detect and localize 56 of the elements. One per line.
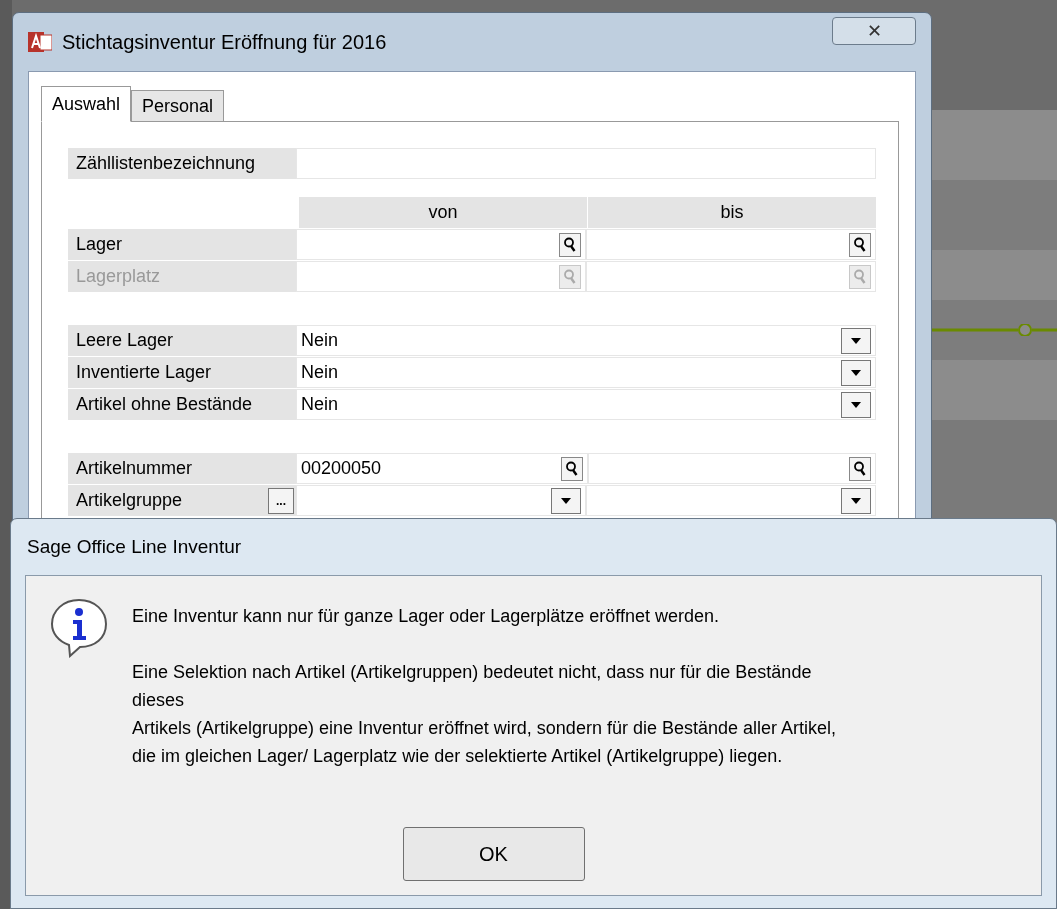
- dropdown-field[interactable]: Nein: [296, 357, 876, 388]
- lookup-field[interactable]: [586, 229, 876, 260]
- tab[interactable]: Personal: [131, 90, 225, 122]
- field-label: Artikelnummer: [76, 457, 193, 480]
- search-icon: [563, 268, 577, 285]
- field-label: Lagerplatz: [68, 261, 296, 292]
- input-field[interactable]: [296, 148, 876, 179]
- dropdown-button[interactable]: [841, 487, 871, 514]
- dropdown-field[interactable]: Nein: [296, 389, 876, 420]
- lookup-button[interactable]: [559, 232, 581, 257]
- lookup-button[interactable]: [561, 456, 583, 481]
- search-icon: [565, 460, 579, 477]
- lookup-field[interactable]: [588, 453, 876, 484]
- message-text: die im gleichen Lager/ Lagerplatz wie der selektierte Artikel (Artikelgruppe) liegen.: [132, 745, 784, 768]
- dropdown-field[interactable]: [586, 485, 876, 516]
- field-label: Artikel ohne Bestände: [68, 389, 296, 420]
- caret-icon: [851, 401, 861, 408]
- tab[interactable]: Auswahl: [41, 86, 132, 122]
- search-icon: [563, 236, 577, 253]
- browse-button[interactable]: ...: [268, 487, 294, 514]
- caret-icon: [851, 337, 861, 344]
- lookup-field[interactable]: [296, 229, 586, 260]
- dropdown-button[interactable]: [841, 391, 871, 418]
- lookup-field[interactable]: [296, 261, 586, 292]
- dropdown-field[interactable]: Nein: [296, 325, 876, 356]
- field-label: Zähllistenbezeichnung: [68, 148, 296, 179]
- search-icon: [853, 460, 867, 477]
- close-button[interactable]: ✕: [832, 17, 916, 45]
- column-header: von: [298, 197, 587, 228]
- message-text: Artikels (Artikelgruppe) eine Inventur eröffnet wird, sondern für die Bestände aller Artikel,: [132, 717, 837, 740]
- field-label: Artikelgruppe: [76, 489, 183, 512]
- dropdown-button[interactable]: [841, 359, 871, 386]
- app-icon: [28, 30, 52, 54]
- caret-icon: [851, 369, 861, 376]
- lookup-field[interactable]: 00200050: [296, 453, 588, 484]
- field-label: Leere Lager: [68, 325, 296, 356]
- search-icon: [853, 268, 867, 285]
- window-title: Stichtagsinventur Eröffnung für 2016: [62, 30, 387, 55]
- dialog-title: Sage Office Line Inventur: [26, 534, 242, 559]
- info-icon: [48, 596, 110, 658]
- dropdown-field[interactable]: [296, 485, 586, 516]
- lookup-button[interactable]: [849, 456, 871, 481]
- caret-icon: [851, 497, 861, 504]
- lookup-button[interactable]: [849, 232, 871, 257]
- column-header: bis: [587, 197, 876, 228]
- field-label: Inventierte Lager: [68, 357, 296, 388]
- search-icon: [853, 236, 867, 253]
- dropdown-button[interactable]: [841, 327, 871, 354]
- ok-button[interactable]: OK: [402, 827, 585, 881]
- lookup-field[interactable]: [586, 261, 876, 292]
- caret-icon: [561, 497, 571, 504]
- message-text: Eine Inventur kann nur für ganze Lager oder Lagerplätze eröffnet werden.: [132, 605, 721, 628]
- message-text: dieses: [132, 689, 186, 712]
- field-label: Lager: [68, 229, 296, 260]
- dropdown-button[interactable]: [551, 487, 581, 514]
- message-text: Eine Selektion nach Artikel (Artikelgruppen) bedeutet nicht, dass nur für die Bestände: [132, 661, 813, 684]
